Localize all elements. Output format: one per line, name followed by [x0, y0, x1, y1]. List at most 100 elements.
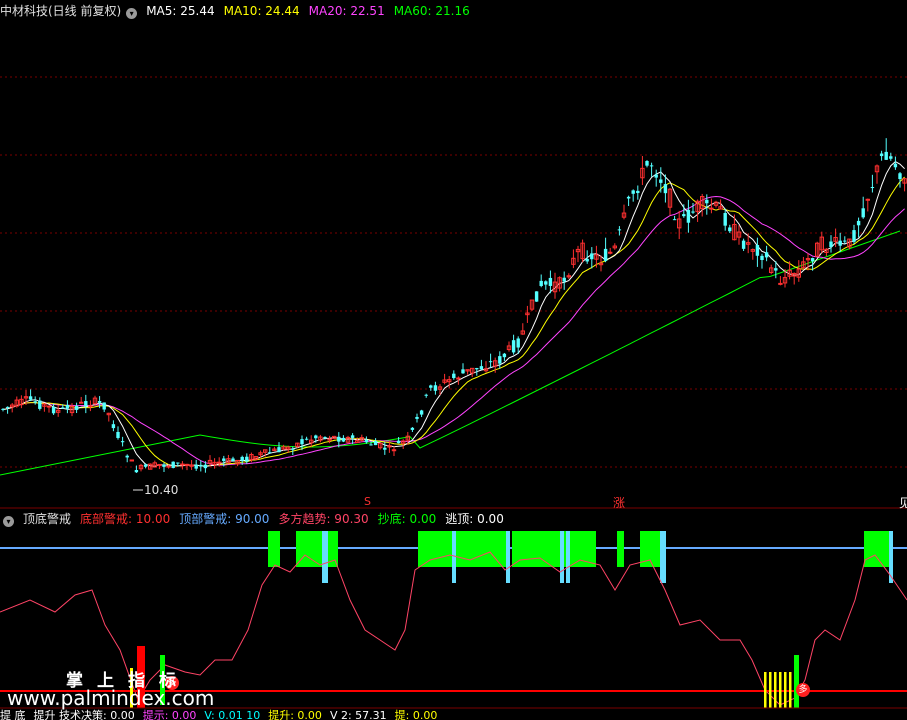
candle-body [682, 214, 686, 217]
candle-body [97, 401, 102, 403]
top-signal-block-9 [864, 531, 889, 567]
candle-body [603, 248, 608, 261]
candle-body [898, 173, 902, 180]
cyan-bar-5 [566, 531, 570, 583]
watermark-url: www.palmindex.com [7, 686, 215, 710]
candle-body [659, 179, 663, 183]
candle-body [180, 463, 185, 466]
candle-body [728, 227, 732, 232]
candle-body [415, 416, 419, 419]
candle-body [649, 165, 654, 167]
candle-body [88, 405, 93, 408]
bottom-signal-green-bar-right [794, 655, 799, 708]
candle-body [291, 448, 295, 450]
candle-body [429, 385, 433, 388]
candle-body [511, 340, 516, 353]
stock-title: 中材科技(日线 前复权) [0, 4, 122, 18]
candle-body [341, 437, 346, 442]
candle-body [304, 438, 309, 440]
candle-body [38, 400, 42, 409]
candle-body [884, 151, 888, 160]
trend-label: 多方趋势: 90.30 [278, 512, 369, 526]
escape-top-label: 逃顶: 0.00 [445, 512, 504, 526]
candle-body [774, 268, 778, 271]
candle-body [810, 258, 815, 262]
ma10-label: MA10: 24.44 [223, 4, 300, 18]
candle-body [245, 456, 249, 462]
candle-body [240, 456, 244, 461]
strip-item-2: 提示: 0.00 [142, 709, 197, 720]
candle-body [176, 462, 180, 464]
candle-body [143, 464, 148, 467]
candle-body [608, 251, 613, 254]
candle-body [502, 353, 507, 358]
top-signal-block-6 [570, 531, 596, 567]
candle-body [456, 377, 461, 380]
candle-body [645, 161, 649, 166]
candle-body [277, 447, 281, 453]
candle-body [479, 366, 484, 370]
cyan-bar-3 [506, 531, 510, 583]
candle-body [74, 405, 79, 410]
candle-body [741, 240, 746, 249]
sub-panel-name: 顶底警戒 [23, 512, 72, 526]
cyan-bar-2 [452, 531, 456, 583]
candle-body [672, 219, 677, 221]
candle-body [686, 209, 691, 223]
candle-body [323, 437, 327, 439]
candle-body [46, 405, 52, 408]
candle-body [111, 424, 116, 429]
candle-body [337, 436, 341, 442]
candle-body [838, 240, 842, 246]
strip-item-5: V 2: 57.31 [329, 709, 387, 720]
candle-body [194, 464, 198, 469]
candle-body [51, 406, 56, 414]
candle-body [28, 396, 33, 400]
candle-body [865, 198, 870, 201]
candle-body [548, 277, 553, 286]
candle-body [350, 435, 355, 438]
main-legend: 中材科技(日线 前复权) ▾ MA5: 25.44 MA10: 24.44 MA20: … [0, 1, 479, 21]
candle-body [870, 187, 875, 189]
bottom-signal-yellow-bar-2 [774, 672, 777, 708]
chevron-down-icon[interactable]: ▾ [126, 8, 138, 19]
candle-body [364, 439, 369, 443]
candle-body [268, 452, 272, 454]
candle-body [134, 470, 139, 473]
candle-body [222, 458, 226, 461]
candle-body [419, 410, 424, 415]
strip-item-4: 提升: 0.00 [268, 709, 322, 720]
candle-body [654, 174, 658, 178]
candle-body [452, 373, 456, 379]
candle-body [102, 402, 106, 410]
ma10-line [2, 176, 905, 467]
candle-body [65, 405, 70, 409]
duo-dot-text: 多 [798, 685, 808, 695]
signal-marker-zhang: 涨 [613, 496, 626, 510]
candle-body [1, 408, 5, 410]
top-signal-block-5 [512, 531, 566, 567]
candle-body [534, 291, 539, 302]
candle-body [33, 401, 37, 403]
low-price-label: 10.40 [144, 483, 179, 497]
bottom-alert-label: 底部警戒: 10.00 [80, 512, 171, 526]
candle-body [461, 369, 465, 374]
candle-body [778, 282, 783, 285]
candle-body [184, 463, 190, 466]
candle-body [391, 449, 397, 452]
bottom-signal-yellow-bar-0 [764, 672, 767, 708]
chevron-down-icon[interactable]: ▾ [3, 516, 14, 527]
candle-body [199, 464, 203, 467]
strip-item-6: 提: 0.00 [394, 709, 438, 720]
ma10-path [2, 176, 905, 467]
candle-body [755, 245, 760, 256]
ma20-label: MA20: 22.51 [308, 4, 385, 18]
candle-body [691, 211, 695, 213]
candle-body [829, 241, 833, 247]
top-signal-block-3 [418, 531, 452, 567]
candle-body [843, 240, 847, 242]
strip-item-0: 提 底 [0, 709, 26, 720]
candle-body [585, 258, 589, 262]
candle-body [709, 207, 714, 210]
candle-body [84, 401, 88, 407]
